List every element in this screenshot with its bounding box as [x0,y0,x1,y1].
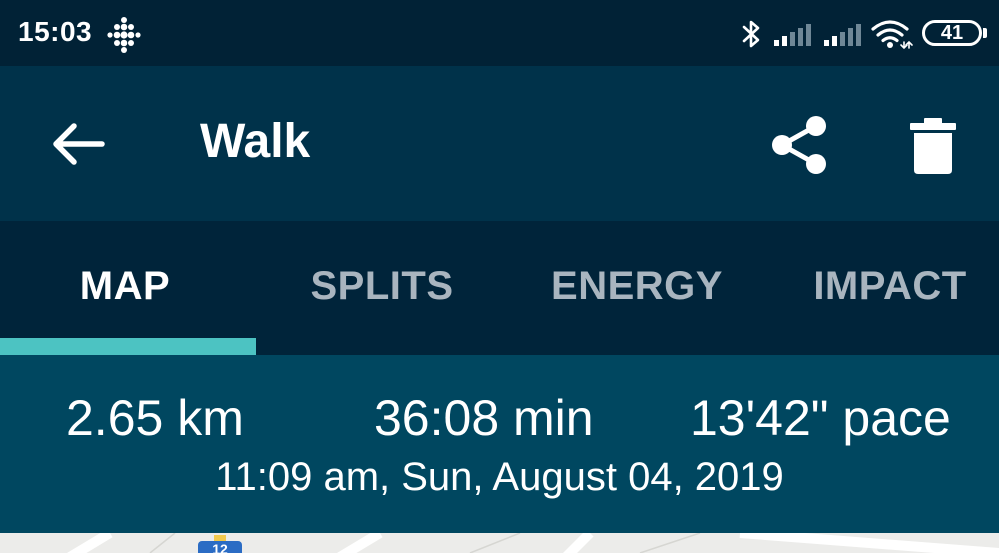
duration-value: 36:08 min [374,390,594,446]
activity-summary: 2.65 km 36:08 min 13'42" pace 11:09 am, … [0,355,999,533]
signal-icon [774,24,811,46]
route-map[interactable]: 12 [0,533,999,553]
distance-value: 2.65 km [66,390,244,446]
share-icon[interactable] [770,114,830,176]
tab-splits[interactable]: SPLITS [257,221,507,355]
page-title: Walk [200,115,311,168]
status-bar: 15:03 41 [0,0,999,66]
status-time: 15:03 [18,16,93,47]
map-canvas: 12 [66,533,999,553]
route-badge-number: 12 [212,541,228,553]
back-arrow-icon[interactable] [46,118,108,170]
tab-map[interactable]: MAP [0,221,250,355]
activity-date: 11:09 am, Sun, August 04, 2019 [215,455,784,499]
toolbar: Walk [0,66,999,221]
trash-icon[interactable] [908,116,958,176]
battery-level: 41 [940,21,964,44]
pace-value: 13'42" pace [690,390,951,446]
fitbit-icon [107,17,141,53]
bluetooth-icon [742,20,760,48]
battery-icon: 41 [922,20,982,46]
wifi-icon [871,20,913,50]
tab-energy[interactable]: ENERGY [512,221,762,355]
signal-icon [824,24,861,46]
tab-impact[interactable]: IMPACT [765,221,999,355]
active-tab-indicator [0,338,256,355]
tab-bar: MAP SPLITS ENERGY IMPACT [0,221,999,355]
battery-nub [983,28,987,38]
